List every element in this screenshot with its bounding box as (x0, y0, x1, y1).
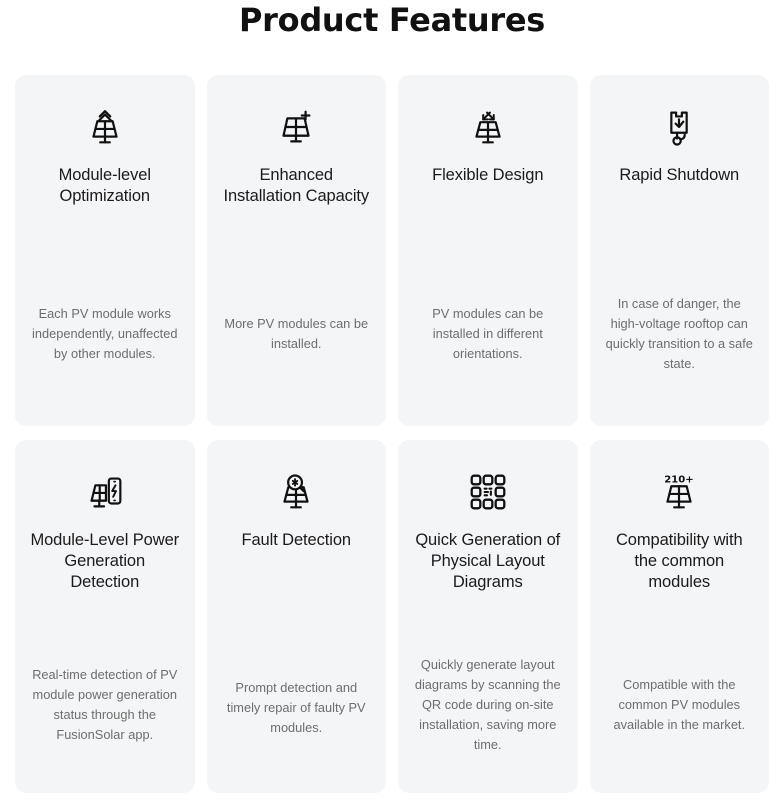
feature-card-body-wrap: PV modules can be installed in different… (412, 186, 564, 408)
feature-card-compatibility-common-modules[interactable]: 210+ Compatibility with the common modul… (589, 440, 769, 793)
feature-card-module-level-power-generation-detection[interactable]: Module-Level Power Generation Detection … (15, 440, 195, 793)
solar-panel-plus-icon (273, 101, 319, 153)
product-features-page: Product Features Module-level Optimizati… (0, 0, 784, 809)
feature-card-body-wrap: Quickly generate layout diagrams by scan… (412, 593, 564, 775)
feature-card-heading: Enhanced Installation Capacity (223, 166, 370, 205)
feature-card-body: Each PV module works independently, unaf… (32, 305, 178, 361)
feature-card-grid: Module-level Optimization Each PV module… (15, 75, 769, 793)
feature-card-flexible-design[interactable]: Flexible Design PV modules can be instal… (398, 75, 578, 426)
feature-card-body-wrap: Compatible with the common PV modules av… (604, 593, 756, 775)
solar-panel-optimization-icon (82, 101, 128, 153)
feature-card-body-wrap: In case of danger, the high-voltage roof… (604, 186, 756, 408)
feature-card-fault-detection[interactable]: Fault Detection Prompt detection and tim… (206, 440, 386, 793)
feature-card-body-wrap: Each PV module works independently, unaf… (29, 207, 181, 408)
solar-panel-magnifier-icon (273, 466, 319, 518)
feature-card-body: Quickly generate layout diagrams by scan… (414, 657, 561, 752)
feature-card-body: In case of danger, the high-voltage roof… (605, 295, 753, 371)
feature-card-body: Prompt detection and timely repair of fa… (226, 680, 366, 735)
solar-panel-210-plus-icon: 210+ (656, 466, 702, 518)
page-title: Product Features (239, 1, 545, 39)
feature-card-rapid-shutdown[interactable]: Rapid Shutdown In case of danger, the hi… (589, 75, 769, 426)
feature-card-heading: Module-level Optimization (58, 166, 151, 205)
qr-code-icon (465, 466, 511, 518)
solar-panel-phone-icon (82, 466, 128, 518)
feature-card-module-level-optimization[interactable]: Module-level Optimization Each PV module… (15, 75, 195, 426)
feature-card-body: More PV modules can be installed. (224, 315, 369, 351)
feature-card-quick-generation-physical-layout-diagrams[interactable]: Quick Generation of Physical Layout Diag… (398, 440, 578, 793)
solar-panel-expand-arrows-icon (465, 101, 511, 153)
feature-card-enhanced-installation-capacity[interactable]: Enhanced Installation Capacity More PV m… (206, 75, 386, 426)
feature-card-body-wrap: More PV modules can be installed. (221, 207, 373, 408)
feature-card-body-wrap: Real-time detection of PV module power g… (29, 593, 181, 775)
solar-panel-badge-text: 210+ (665, 474, 694, 485)
feature-card-body: PV modules can be installed in different… (432, 305, 544, 361)
feature-card-body-wrap: Prompt detection and timely repair of fa… (221, 551, 373, 775)
feature-card-body: Real-time detection of PV module power g… (32, 667, 178, 742)
feature-card-heading: Compatibility with the common modules (615, 531, 743, 591)
feature-card-heading: Module-Level Power Generation Detection (30, 531, 180, 591)
feature-card-heading: Flexible Design (432, 166, 544, 184)
feature-card-body: Compatible with the common PV modules av… (613, 677, 746, 732)
feature-card-heading: Quick Generation of Physical Layout Diag… (415, 531, 561, 591)
feature-card-heading: Fault Detection (241, 531, 352, 549)
feature-card-heading: Rapid Shutdown (619, 166, 740, 184)
rapid-shutdown-device-icon (656, 101, 702, 153)
